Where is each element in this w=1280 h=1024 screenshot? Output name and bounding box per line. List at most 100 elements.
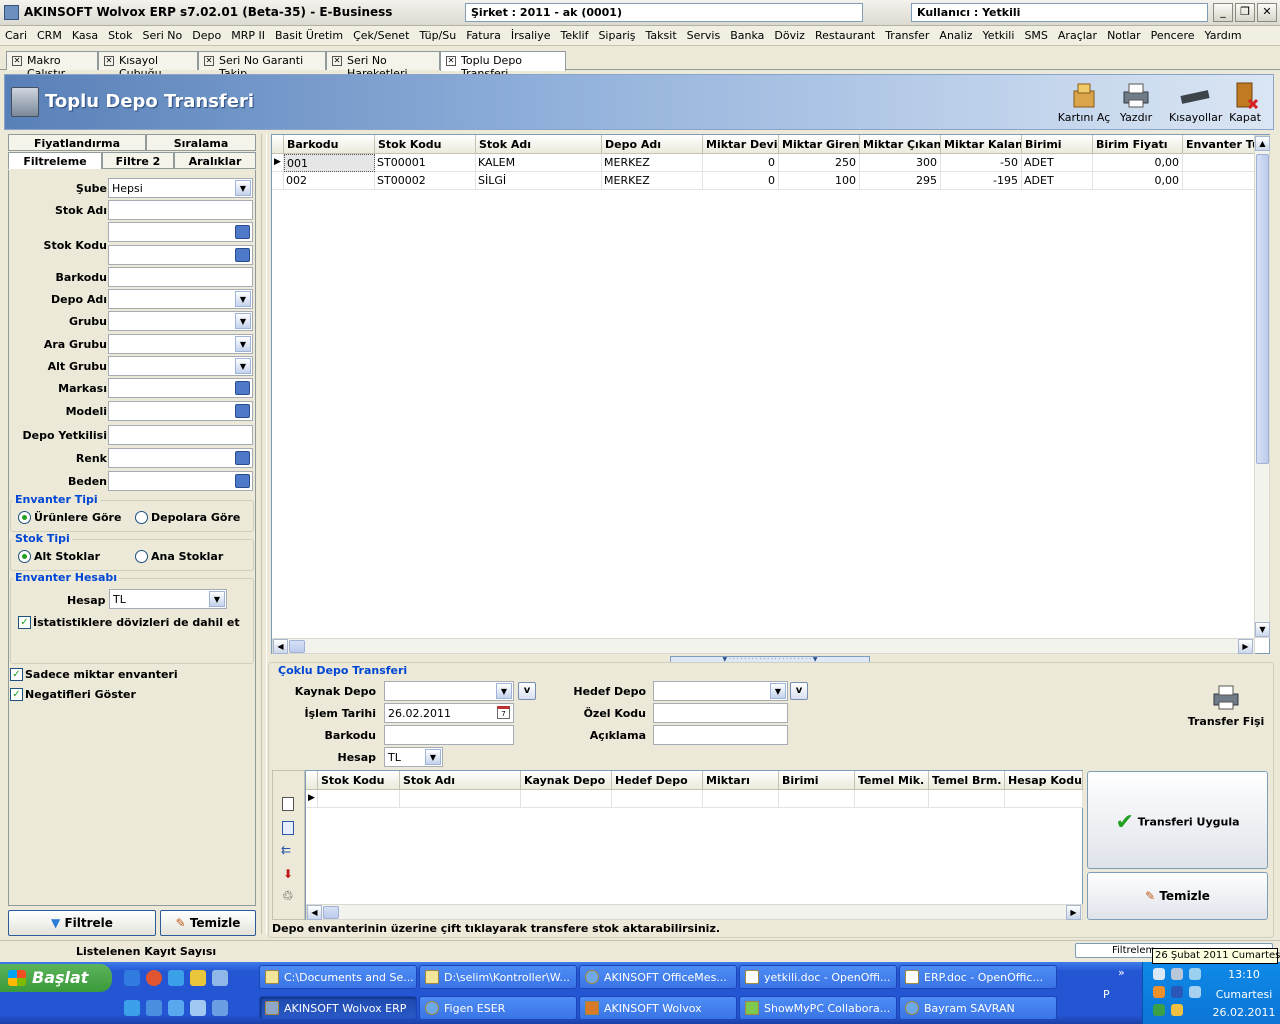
more-tasks-icon[interactable]: »: [1118, 966, 1125, 979]
menu-item-banka[interactable]: Banka: [725, 26, 769, 42]
table-cell[interactable]: 100: [779, 172, 860, 190]
tray-icon[interactable]: [1189, 968, 1201, 980]
barkodu-input[interactable]: [108, 267, 253, 287]
chevron-down-icon[interactable]: ▼: [496, 683, 512, 699]
sube-select[interactable]: Hepsi ▼: [108, 178, 253, 198]
ie-icon[interactable]: [124, 970, 140, 986]
table-cell[interactable]: [612, 790, 703, 808]
chevron-down-icon[interactable]: ▼: [209, 591, 225, 607]
menu-item-sms[interactable]: SMS: [1019, 26, 1052, 42]
taskbar-item[interactable]: AKINSOFT OfficeMes...: [579, 965, 737, 989]
scroll-up-icon[interactable]: ▲: [1255, 136, 1270, 151]
col-header[interactable]: Birimi: [779, 771, 855, 790]
close-icon[interactable]: ✕: [446, 56, 456, 66]
table-cell[interactable]: -50: [941, 154, 1022, 172]
start-button[interactable]: Başlat: [0, 964, 112, 992]
col-header[interactable]: Envanter Tu: [1183, 135, 1255, 154]
apply-transfer-button[interactable]: ✔ Transferi Uygula: [1087, 771, 1268, 869]
move-down-icon[interactable]: ⬇: [283, 867, 293, 881]
table-cell[interactable]: [1183, 172, 1255, 190]
scroll-thumb[interactable]: [1256, 154, 1269, 464]
chevron-down-icon[interactable]: ▼: [425, 749, 441, 765]
menu-item-siparis[interactable]: Sipariş: [593, 26, 640, 42]
clock-time[interactable]: 13:10: [1213, 968, 1275, 981]
menu-item-stok[interactable]: Stok: [103, 26, 137, 42]
table-cell[interactable]: [400, 790, 521, 808]
modeli-input[interactable]: [108, 401, 253, 421]
filter-button[interactable]: ▼ Filtrele: [8, 910, 156, 936]
browser-icon[interactable]: [146, 970, 162, 986]
radio-alt-stoklar[interactable]: [18, 550, 31, 563]
taskbar-item[interactable]: yetkili.doc - OpenOffi...: [739, 965, 897, 989]
tab-toplu-depo[interactable]: ✕Toplu Depo Transferi: [440, 51, 566, 80]
menu-item-mrp[interactable]: MRP II: [226, 26, 270, 42]
menu-item-crm[interactable]: CRM: [32, 26, 67, 42]
tab-kisayol[interactable]: ✕Kısayol Çubuğu: [98, 51, 198, 80]
kaynak-depo-select[interactable]: ▼: [384, 681, 514, 701]
taskbar-item[interactable]: Bayram SAVRAN: [899, 996, 1057, 1020]
close-icon[interactable]: ✕: [332, 56, 342, 66]
table-cell[interactable]: [779, 790, 855, 808]
col-header[interactable]: Barkodu: [284, 135, 375, 154]
table-cell[interactable]: ST00002: [375, 172, 476, 190]
col-header[interactable]: Temel Brm.: [929, 771, 1005, 790]
table-cell[interactable]: [703, 790, 779, 808]
table-cell[interactable]: 250: [779, 154, 860, 172]
app-icon[interactable]: [212, 1000, 228, 1016]
scroll-thumb[interactable]: [323, 906, 339, 919]
col-header[interactable]: Hesap Kodu: [1005, 771, 1083, 790]
renk-input[interactable]: [108, 448, 253, 468]
menu-item-analiz[interactable]: Analiz: [934, 26, 977, 42]
depo-adi-select[interactable]: ▼: [108, 289, 253, 309]
vertical-splitter[interactable]: [261, 134, 267, 934]
app-icon[interactable]: [168, 1000, 184, 1016]
menu-item-araclar[interactable]: Araçlar: [1053, 26, 1102, 42]
hedef-depo-select[interactable]: ▼: [653, 681, 788, 701]
table-cell[interactable]: ADET: [1022, 172, 1093, 190]
checkbox-doviz[interactable]: ✓: [18, 616, 31, 629]
col-header[interactable]: Depo Adı: [602, 135, 703, 154]
clear-filter-button[interactable]: ✎ Temizle: [160, 910, 256, 936]
col-header[interactable]: Hedef Depo: [612, 771, 703, 790]
edit-row-icon[interactable]: [282, 821, 294, 835]
taskbar-item[interactable]: ERP.doc - OpenOffic...: [899, 965, 1057, 989]
menu-item-taksit[interactable]: Taksit: [641, 26, 682, 42]
import-rows-icon[interactable]: ⇇: [281, 843, 291, 857]
table-cell[interactable]: [929, 790, 1005, 808]
stok-adi-input[interactable]: [108, 200, 253, 220]
grubu-select[interactable]: ▼: [108, 311, 253, 331]
table-cell[interactable]: -195: [941, 172, 1022, 190]
col-header[interactable]: Miktar Çıkan: [860, 135, 941, 154]
table-cell[interactable]: SİLGİ: [476, 172, 602, 190]
lookup-icon[interactable]: [235, 451, 250, 465]
menu-item-restaurant[interactable]: Restaurant: [810, 26, 880, 42]
close-icon[interactable]: ✕: [12, 56, 22, 66]
table-cell[interactable]: 0,00: [1093, 172, 1183, 190]
col-header[interactable]: Birimi: [1022, 135, 1093, 154]
menu-item-depo[interactable]: Depo: [187, 26, 226, 42]
transfer-receipt-button[interactable]: Transfer Fişi: [1186, 682, 1266, 732]
horizontal-scrollbar[interactable]: ◀ ▶: [306, 904, 1083, 920]
hedef-depo-apply-button[interactable]: v: [790, 682, 808, 700]
lookup-icon[interactable]: [235, 248, 250, 262]
tab-filter2[interactable]: Filtre 2: [102, 152, 174, 169]
users-icon[interactable]: [190, 970, 206, 986]
close-form-button[interactable]: Kapat: [1225, 77, 1265, 129]
checkbox-sadece-miktar[interactable]: ✓: [10, 668, 23, 681]
taskbar-item[interactable]: D:\selim\Kontroller\W...: [419, 965, 577, 989]
menu-item-seri-no[interactable]: Seri No: [137, 26, 187, 42]
menu-item-servis[interactable]: Servis: [682, 26, 726, 42]
table-cell[interactable]: [1183, 154, 1255, 172]
app-icon[interactable]: [190, 1000, 206, 1016]
tray-icon[interactable]: [1153, 986, 1165, 998]
tab-filtering[interactable]: Filtreleme: [8, 152, 102, 169]
taskbar-item[interactable]: Figen ESER: [419, 996, 577, 1020]
ara-grubu-select[interactable]: ▼: [108, 334, 253, 354]
alt-grubu-select[interactable]: ▼: [108, 356, 253, 376]
scroll-thumb[interactable]: [289, 640, 305, 653]
table-cell[interactable]: 0,00: [1093, 154, 1183, 172]
horizontal-scrollbar[interactable]: ◀ ▶: [272, 638, 1255, 654]
table-cell[interactable]: [1005, 790, 1083, 808]
lookup-icon[interactable]: [235, 474, 250, 488]
menu-item-notlar[interactable]: Notlar: [1102, 26, 1146, 42]
